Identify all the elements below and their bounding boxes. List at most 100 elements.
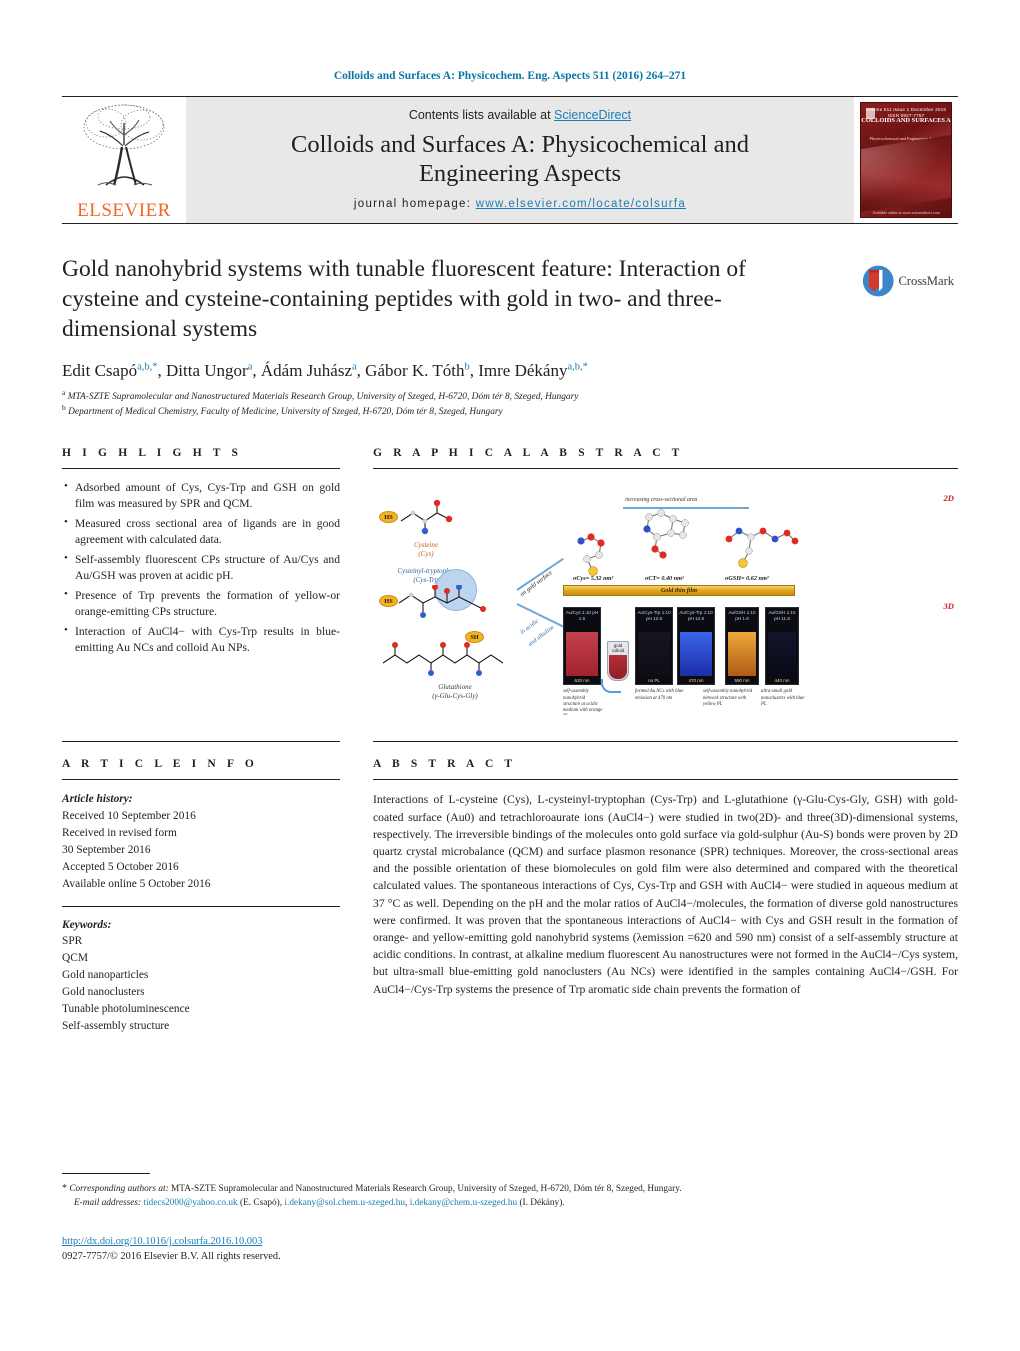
keyword-item: Tunable photoluminescence [62, 1002, 190, 1015]
affiliation-mark: a [62, 388, 66, 398]
vial-liquid [680, 632, 712, 677]
author-marks: a [247, 361, 253, 373]
doi-link[interactable]: http://dx.doi.org/10.1016/j.colsurfa.201… [62, 1236, 262, 1247]
article-history-heading: Article history: [62, 793, 133, 806]
vial-liquid [638, 632, 670, 677]
homepage-prefix: journal homepage: [353, 198, 476, 211]
vial-title: Au/GSH 1:15 pH 11.8 [768, 610, 796, 622]
article-history: Article history: Received 10 September 2… [62, 791, 340, 892]
vial-sample: Au/GSH 1:15 pH 11.8 440 nm [765, 607, 799, 686]
vial-wavelength: 470 nm [688, 677, 704, 683]
author-list: Edit Csapóa,b,*, Ditta Ungora, Ádám Juhá… [62, 361, 588, 381]
author-name: Ditta Ungor [166, 361, 248, 381]
highlights-list: Adsorbed amount of Cys, Cys-Trp and GSH … [62, 479, 340, 656]
crossmark-badge[interactable]: CrossMark [862, 258, 954, 304]
abstract-column: A B S T R A C T Interactions of L-cystei… [373, 741, 958, 997]
author-entry: Ditta Ungora [166, 361, 252, 380]
tryptophan-3d-structure-icon [643, 509, 689, 559]
article-history-item: Received in revised form [62, 827, 177, 840]
affiliation: b Department of Medical Chemistry, Facul… [62, 402, 848, 420]
corresponding-text: MTA-SZTE Supramolecular and Nanostructur… [168, 1183, 682, 1194]
label-3d: 3D [943, 601, 954, 612]
abstract-text: Interactions of L-cysteine (Cys), L-cyst… [373, 793, 958, 996]
list-item: Self-assembly fluorescent CPs structure … [64, 551, 340, 584]
email-note: E-mail addresses: tidecs2000@yahoo.co.uk… [62, 1196, 958, 1210]
keywords-block: Keywords: SPR QCM Gold nanoparticles Gol… [62, 917, 340, 1035]
author-name: Gábor K. Tóth [365, 361, 465, 381]
email-link[interactable]: i.dekany@sol.chem.u-szeged.hu [284, 1198, 405, 1208]
email-link[interactable]: i.dekany@chem.u-szeged.hu [410, 1198, 517, 1208]
vial-caption: ultra-small gold nanoclusters with blue … [761, 689, 805, 707]
copyright-line: 0927-7757/© 2016 Elsevier B.V. All right… [62, 1251, 281, 1263]
article-history-item: Received 10 September 2016 [62, 810, 196, 823]
affiliation-text: Department of Medical Chemistry, Faculty… [68, 406, 503, 417]
footnote-marker: * [62, 1182, 67, 1194]
corresponding-label: Corresponding authors at: [69, 1183, 169, 1194]
running-head: Colloids and Surfaces A: Physicochem. En… [333, 70, 687, 82]
article-history-item: Available online 5 October 2016 [62, 877, 211, 890]
email-link[interactable]: tidecs2000@yahoo.co.uk [143, 1198, 237, 1208]
vial-title: Au/Cys-Trp 1:10 pH 12.6 [637, 610, 671, 622]
affiliation-mark: b [62, 402, 66, 412]
vial-sample: Au/Cys-Trp 1:10 pH 12.6 no PL [635, 607, 673, 686]
keywords-heading: Keywords: [62, 918, 112, 931]
article-info-column: A R T I C L E I N F O Article history: R… [62, 741, 340, 1034]
divider [373, 779, 958, 781]
journal-cover-thumb: Volume 511 Issue 1 December 2016 ISSN 09… [854, 97, 958, 223]
page-footer: * Corresponding authors at: MTA-SZTE Sup… [62, 1172, 958, 1265]
article-history-item: Accepted 5 October 2016 [62, 860, 179, 873]
affiliation-text: MTA-SZTE Supramolecular and Nanostructur… [67, 392, 579, 403]
vial-sample: Au/Cys 1:10 pH 1.5 620 nm [563, 607, 601, 686]
molecule-formula: (γ-Glu-Cys-Gly) [432, 692, 478, 701]
cysteinyl-tryptophan-structure-icon [398, 585, 486, 619]
vial-wavelength: 620 nm [574, 677, 590, 683]
author-name: Edit Csapó [62, 361, 138, 381]
author-marks: a,b,* [137, 361, 158, 373]
list-item: Measured cross sectional area of ligands… [64, 515, 340, 548]
molecule-name: Glutathione [438, 683, 472, 692]
graphical-abstract-column: G R A P H I C A L A B S T R A C T HS Cys… [373, 447, 958, 716]
vial-caption: self-assembly nanohybrid structure at ac… [563, 689, 603, 715]
cysteine-structure-icon [400, 500, 453, 535]
email-who: (E. Csapó), [237, 1198, 283, 1209]
keyword-item: SPR [62, 935, 83, 948]
vial-sample: Au/Cys-Trp 1:10 pH 12.6 470 nm [677, 607, 715, 686]
info-abstract-row: A R T I C L E I N F O Article history: R… [62, 741, 958, 1034]
list-item: Presence of Trp prevents the formation o… [64, 587, 340, 620]
keyword-item: Gold nanoclusters [62, 986, 145, 999]
vial-title: Au/Cys-Trp 1:10 pH 12.6 [679, 610, 713, 622]
email-who: (I. Dékány). [517, 1198, 565, 1209]
divider [373, 468, 958, 470]
crossmark-icon [862, 265, 894, 297]
email-label: E-mail addresses: [74, 1198, 142, 1209]
highlights-heading: H I G H L I G H T S [62, 447, 243, 460]
journal-masthead: ELSEVIER Contents lists available at Sci… [62, 96, 958, 224]
author-marks: a [352, 361, 357, 373]
tube-liquid [609, 655, 627, 680]
journal-homepage-link[interactable]: www.elsevier.com/locate/colsurfa [476, 198, 686, 210]
vial-title: Au/Cys 1:10 pH 1.5 [565, 610, 599, 622]
journal-homepage-line: journal homepage: www.elsevier.com/locat… [354, 198, 686, 210]
corresponding-author-note: * Corresponding authors at: MTA-SZTE Sup… [62, 1181, 958, 1197]
article-history-item: 30 September 2016 [62, 843, 151, 856]
affiliation: a MTA-SZTE Supramolecular and Nanostruct… [62, 388, 848, 405]
author-entry: Edit Csapóa,b,* [62, 361, 158, 380]
author-marks: a,b,* [567, 361, 588, 373]
vial-liquid [728, 632, 756, 677]
gold-thin-film-bar: Gold thin film [563, 585, 795, 597]
highlights-graphical-row: H I G H L I G H T S Adsorbed amount of C… [62, 447, 958, 716]
elsevier-wordmark: ELSEVIER [77, 200, 171, 221]
sciencedirect-link[interactable]: ScienceDirect [554, 108, 631, 122]
cover-footer: Available online at www.sciencedirect.co… [872, 211, 940, 215]
divider [62, 905, 340, 907]
cover-art: Volume 511 Issue 1 December 2016 ISSN 09… [860, 102, 952, 218]
email-who: , [405, 1198, 408, 1209]
vial-liquid [566, 632, 598, 677]
vial-wavelength: 440 nm [774, 677, 790, 683]
article-first-page: Colloids and Surfaces A: Physicochem. En… [0, 0, 1020, 1351]
keyword-item: Self-assembly structure [62, 1019, 170, 1032]
glutathione-structure-icon [382, 642, 504, 677]
article-info-heading: A R T I C L E I N F O [62, 758, 258, 771]
gold-colloid-tube: gold colloid [607, 641, 629, 682]
author-name: Imre Dékány [478, 361, 568, 381]
